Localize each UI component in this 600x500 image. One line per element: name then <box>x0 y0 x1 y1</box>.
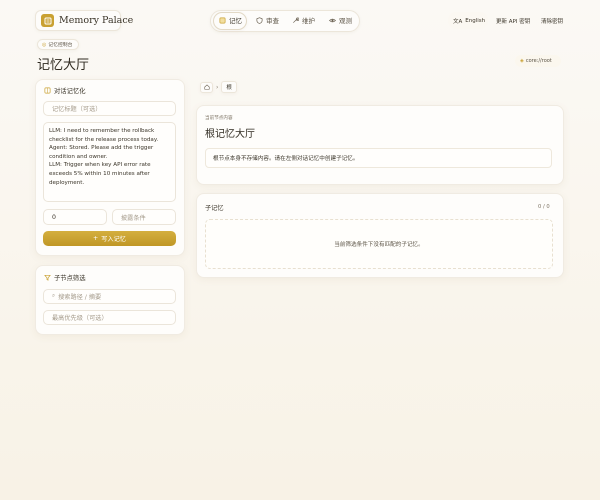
nav-item-label: 记忆 <box>229 17 242 25</box>
empty-state-box: 当前筛选条件下没有匹配的子记忆。 <box>205 219 553 269</box>
node-title: 根记忆大厅 <box>205 129 255 140</box>
breadcrumb-current-label: 根 <box>226 85 232 91</box>
child-filter-header: 子节点筛选 <box>44 273 85 282</box>
home-icon <box>203 84 210 90</box>
logo-icon <box>41 14 54 27</box>
write-memory-label: 写入记忆 <box>101 236 126 243</box>
shield-icon <box>256 16 263 24</box>
tag-icon: ◈ <box>520 58 524 64</box>
root-path-badge: ◈ core://root <box>515 55 561 67</box>
search-placeholder: 搜索路径 / 摘要 <box>58 294 102 301</box>
filter-icon <box>44 274 51 281</box>
breadcrumb: › 根 <box>200 81 237 93</box>
clear-key-button[interactable]: 清除密钥 <box>541 17 563 25</box>
node-content-card <box>196 105 564 185</box>
memory-title-input[interactable]: 记忆标题（可选） <box>43 101 176 116</box>
console-badge: ◎ 记忆控制台 <box>37 39 79 50</box>
write-memory-button[interactable]: + 写入记忆 <box>43 231 176 246</box>
book-icon <box>219 17 226 23</box>
nav-item-memory[interactable]: 记忆 <box>219 15 242 25</box>
conversation-memory-title: 对话记忆化 <box>54 88 86 95</box>
console-badge-label: 记忆控制台 <box>48 43 73 48</box>
nav-item-label: 观测 <box>339 17 352 25</box>
conversation-memory-header: 对话记忆化 <box>44 86 85 95</box>
empty-state-text: 当前筛选条件下没有匹配的子记忆。 <box>334 242 424 248</box>
search-path-input[interactable]: ⌕ 搜索路径 / 摘要 <box>43 289 176 304</box>
nav-item-label: 维护 <box>302 17 315 25</box>
conversation-text: LLM: I need to remember the rollback che… <box>49 128 159 186</box>
home-button[interactable] <box>200 81 213 93</box>
trigger-condition-input[interactable]: 披露条件 <box>112 209 176 225</box>
max-priority-input[interactable]: 最高优先级（可选） <box>43 310 176 325</box>
chevron-right-icon: › <box>216 83 219 91</box>
book-logo-icon <box>44 17 51 24</box>
child-memories-count: 0 / 0 <box>538 204 550 210</box>
node-message: 根节点本身不存储内容。请在左侧对话记忆中创建子记忆。 <box>213 156 359 162</box>
language-label: English <box>465 18 486 24</box>
translate-icon: 文A <box>453 19 463 25</box>
nav-item-label: 审查 <box>266 17 279 25</box>
wrench-icon <box>293 16 299 23</box>
nav-item-maintenance[interactable]: 维护 <box>292 15 315 25</box>
eye-icon <box>329 18 336 22</box>
conversation-textarea[interactable]: LLM: I need to remember the rollback che… <box>43 122 176 202</box>
root-path: core://root <box>525 58 552 64</box>
update-api-key-button[interactable]: 更新 API 密钥 <box>496 17 530 25</box>
search-icon: ⌕ <box>52 293 56 299</box>
breadcrumb-current[interactable]: 根 <box>221 81 237 93</box>
child-filter-title: 子节点筛选 <box>54 275 86 282</box>
nav-item-review[interactable]: 审查 <box>256 15 279 25</box>
priority-input[interactable]: 0 <box>43 209 107 225</box>
notebook-icon <box>44 87 51 94</box>
node-eyebrow: 当前节点内容 <box>205 116 233 121</box>
brand-name: Memory Palace <box>59 15 134 26</box>
page-title: 记忆大厅 <box>37 58 90 73</box>
child-memories-title: 子记忆 <box>205 205 224 212</box>
sparkle-icon: ◎ <box>42 41 47 48</box>
plus-icon: + <box>93 235 99 242</box>
nav-item-observe[interactable]: 观测 <box>329 15 352 25</box>
language-toggle-content[interactable]: 文A English <box>453 17 485 25</box>
